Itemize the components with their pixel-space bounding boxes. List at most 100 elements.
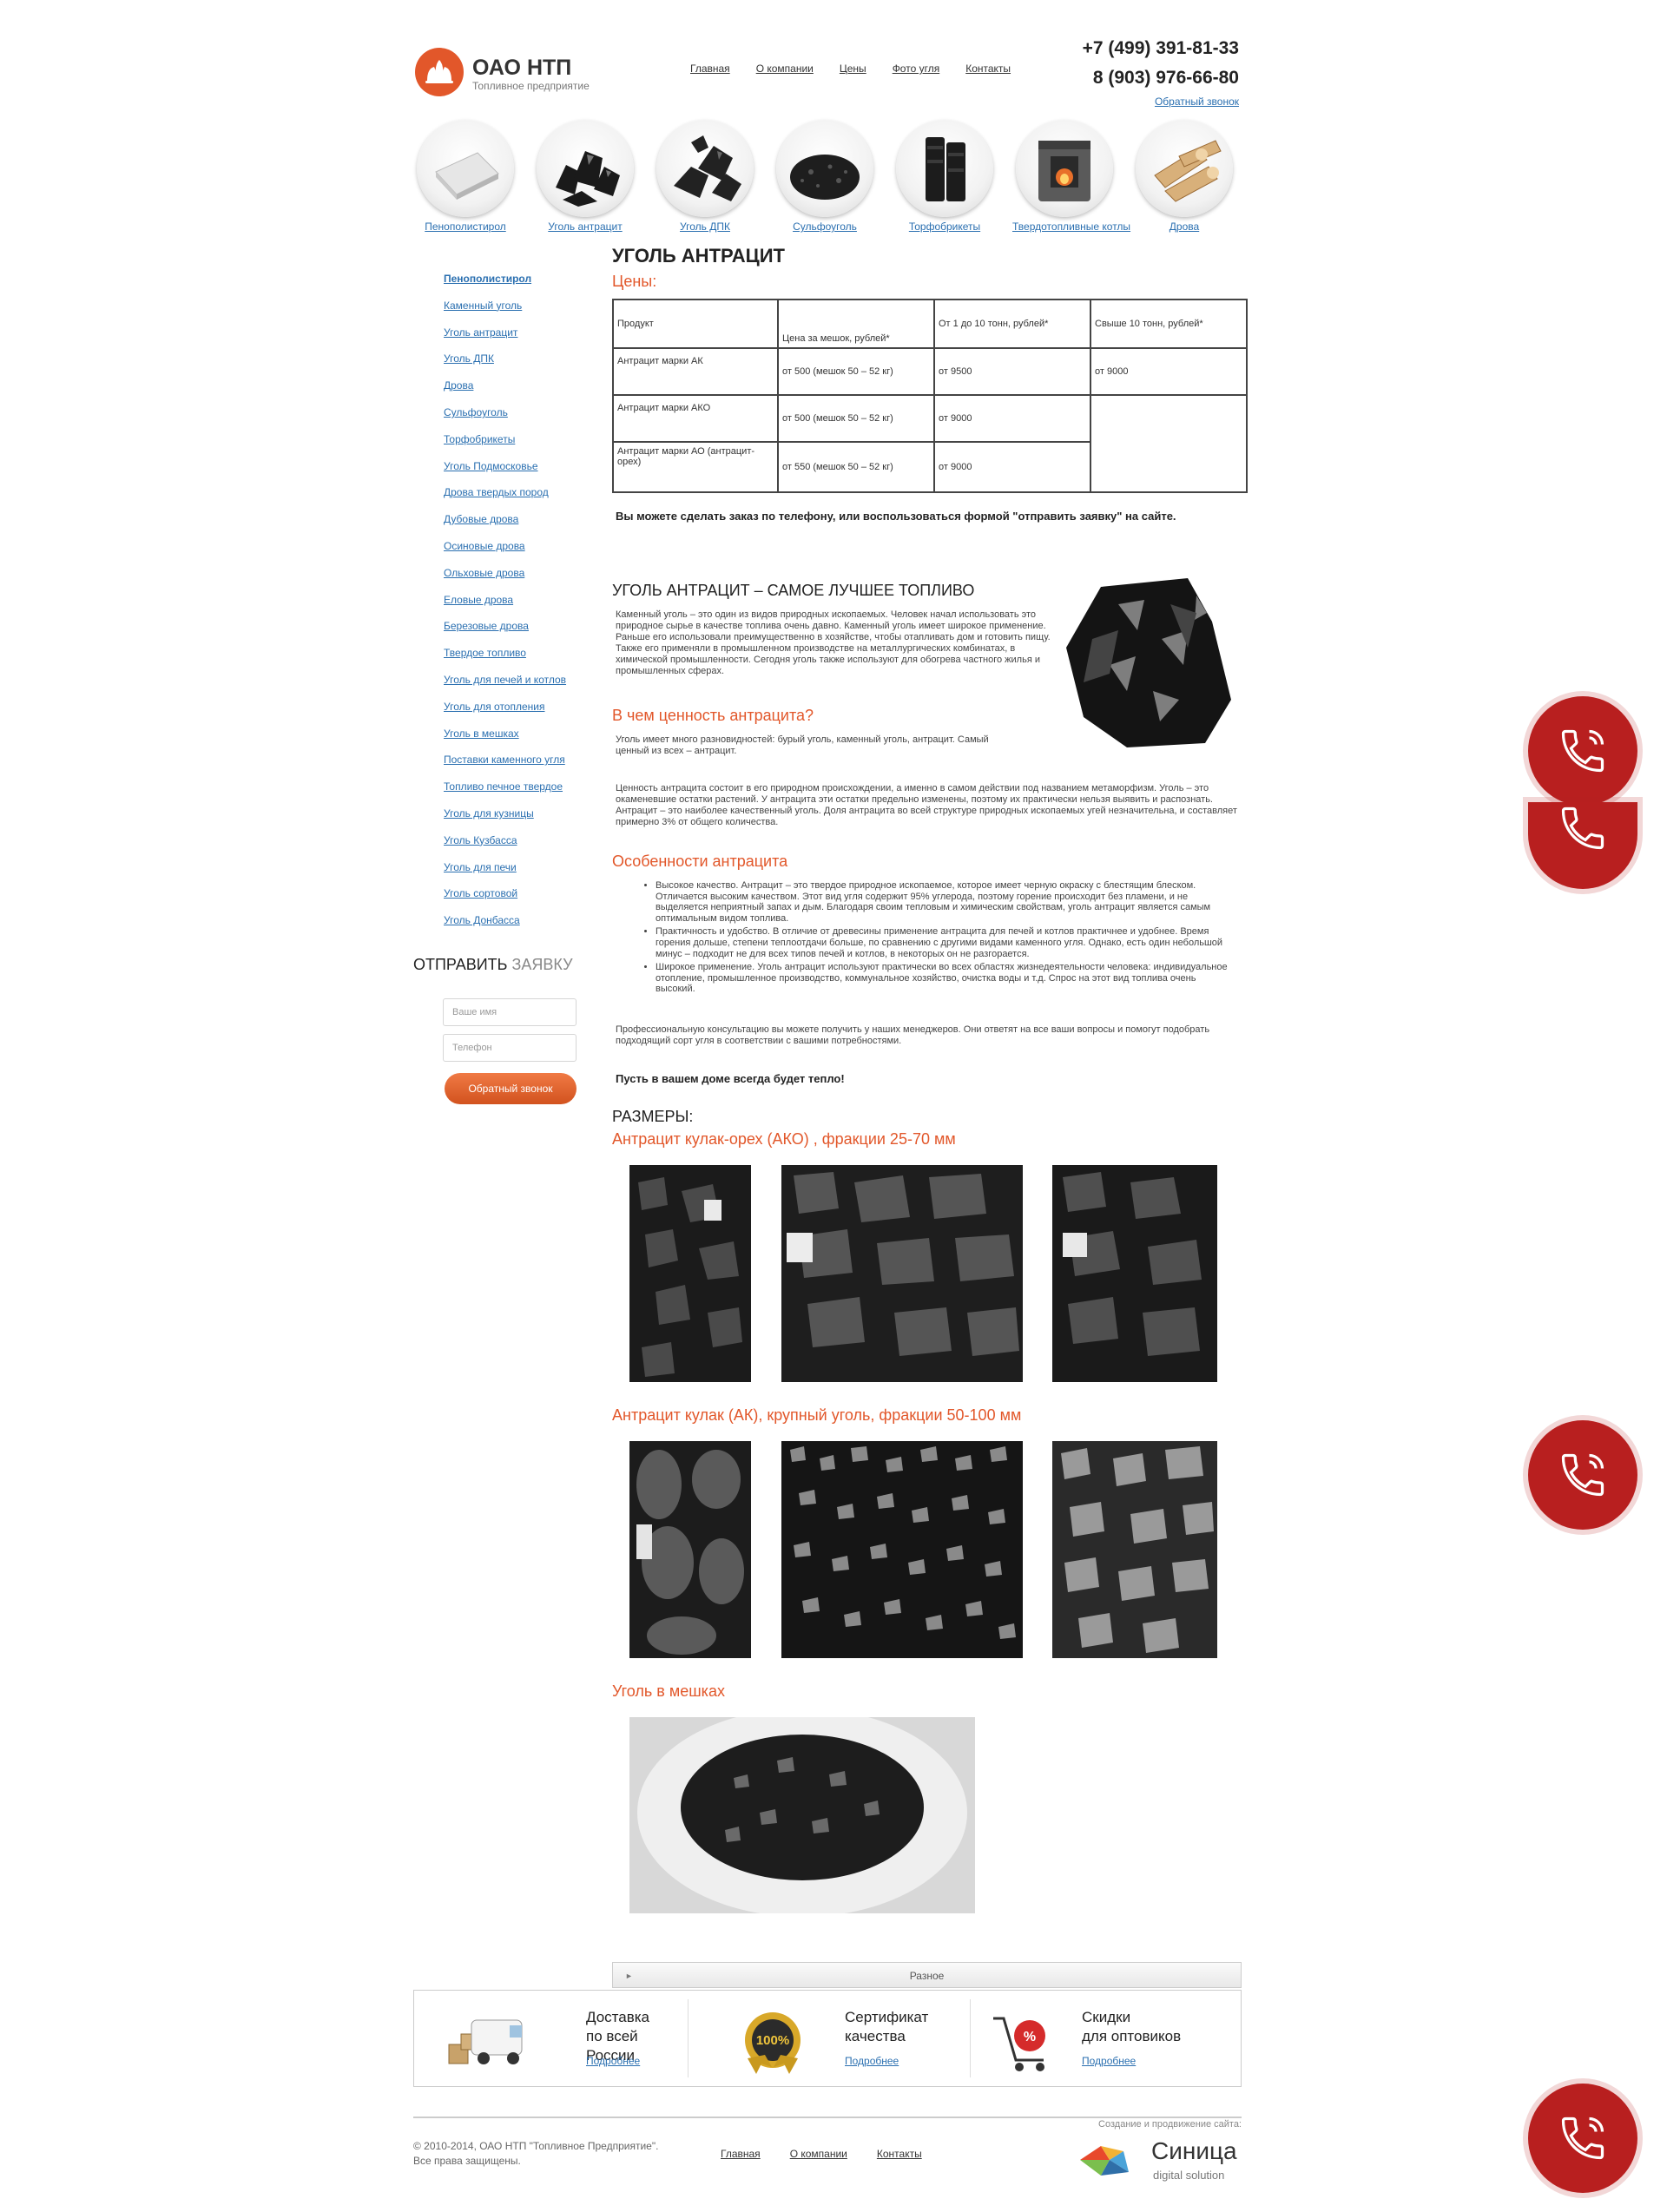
sidebar-item[interactable]: Уголь для кузницы	[444, 806, 609, 833]
footer-link-about[interactable]: О компании	[790, 2148, 847, 2160]
category-polystyrene[interactable]: Пенополистирол	[413, 120, 517, 233]
sidebar-item[interactable]: Уголь антрацит	[444, 326, 609, 352]
sidebar-item[interactable]: Уголь в мешках	[444, 727, 609, 754]
feature-delivery[interactable]: Доставка по всей России Подробнее	[414, 1991, 683, 2086]
sidebar-item[interactable]: Поставки каменного угля	[444, 753, 609, 780]
sinica-tagline: digital solution	[1153, 2169, 1225, 2182]
footer-link-home[interactable]: Главная	[721, 2148, 761, 2160]
logo-icon[interactable]	[415, 48, 464, 96]
feature-more-link[interactable]: Подробнее	[1082, 2055, 1136, 2067]
call-button[interactable]	[1528, 1420, 1637, 1530]
feature-more-link[interactable]: Подробнее	[586, 2055, 640, 2067]
sidebar-item[interactable]: Торфобрикеты	[444, 432, 609, 459]
order-note: Вы можете сделать заказ по телефону, или…	[616, 510, 1176, 523]
sidebar-item[interactable]: Дубовые дрова	[444, 512, 609, 539]
sidebar-item[interactable]: Дрова	[444, 379, 609, 405]
coal-photo[interactable]	[781, 1165, 1023, 1382]
sidebar-item[interactable]: Уголь Подмосковье	[444, 459, 609, 486]
category-label[interactable]: Уголь ДПК	[653, 221, 757, 233]
sidebar-item[interactable]: Пенополистирол	[444, 272, 609, 299]
coal-photo[interactable]	[1052, 1165, 1217, 1382]
nav-link-contacts[interactable]: Контакты	[965, 63, 1011, 75]
category-row: Пенополистирол Уголь антрацит Уголь ДПК …	[413, 120, 1250, 241]
sidebar-item[interactable]: Березовые дрова	[444, 619, 609, 646]
misc-bar-label: Разное	[909, 1970, 945, 1982]
polystyrene-image	[417, 120, 514, 217]
feature-title-line1: Доставка	[586, 2009, 650, 2025]
category-label[interactable]: Пенополистирол	[413, 221, 517, 233]
call-button[interactable]	[1528, 696, 1637, 806]
phone-input[interactable]: Телефон	[443, 1034, 577, 1062]
sidebar-item[interactable]: Уголь для отопления	[444, 700, 609, 727]
sidebar-item[interactable]: Уголь для печей и котлов	[444, 673, 609, 700]
sizes-heading: РАЗМЕРЫ:	[612, 1108, 694, 1125]
anthracite-image	[537, 120, 634, 217]
category-dpk[interactable]: Уголь ДПК	[653, 120, 757, 233]
sidebar-item[interactable]: Топливо печное твердое	[444, 780, 609, 806]
table-header-row: Продукт Цена за мешок, рублей* От 1 до 1…	[612, 299, 1248, 349]
sidebar-item[interactable]: Ольховые дрова	[444, 566, 609, 593]
category-anthracite[interactable]: Уголь антрацит	[533, 120, 637, 233]
request-title-part2: ЗАЯВКУ	[511, 956, 573, 973]
logo-name[interactable]: ОАО НТП	[472, 56, 571, 81]
footer-link-contacts[interactable]: Контакты	[877, 2148, 922, 2160]
sidebar-item[interactable]: Уголь ДПК	[444, 352, 609, 379]
coal-photo[interactable]	[629, 1165, 751, 1382]
nav-link-home[interactable]: Главная	[690, 63, 730, 75]
category-label[interactable]: Торфобрикеты	[893, 221, 997, 233]
sidebar-item[interactable]: Уголь Кузбасса	[444, 833, 609, 860]
category-boilers[interactable]: Твердотопливные котлы	[1012, 120, 1130, 233]
sidebar-item[interactable]: Каменный уголь	[444, 299, 609, 326]
sidebar-item[interactable]: Еловые дрова	[444, 593, 609, 620]
category-peat-briquettes[interactable]: Торфобрикеты	[893, 120, 997, 233]
category-firewood[interactable]: Дрова	[1132, 120, 1236, 233]
category-label[interactable]: Дрова	[1132, 221, 1236, 233]
copyright-line2: Все права защищены.	[413, 2155, 521, 2167]
nav-link-photo[interactable]: Фото угля	[893, 63, 940, 75]
sidebar-item[interactable]: Уголь сортовой	[444, 886, 609, 913]
call-button[interactable]	[1528, 2084, 1637, 2193]
peat-briquettes-image	[896, 120, 993, 217]
phone-number-2[interactable]: 8 (903) 976-66-80	[1093, 68, 1239, 89]
sinica-logo[interactable]: Синица digital solution	[1075, 2134, 1249, 2186]
sinica-brand: Синица	[1151, 2137, 1237, 2164]
feature-more-link[interactable]: Подробнее	[845, 2055, 899, 2067]
sidebar-menu: Пенополистирол Каменный уголь Уголь антр…	[444, 272, 609, 940]
table-cell-empty	[1090, 394, 1248, 493]
top-nav: Главная О компании Цены Фото угля Контак…	[690, 63, 1011, 75]
dpk-image	[656, 120, 754, 217]
phone-icon	[1561, 729, 1604, 773]
nav-link-prices[interactable]: Цены	[840, 63, 866, 75]
table-row: Антрацит марки АКО от 500 (мешок 50 – 52…	[612, 394, 1248, 493]
consult-text: Профессиональную консультацию вы можете …	[616, 1024, 1210, 1046]
category-label[interactable]: Сульфоуголь	[773, 221, 877, 233]
sidebar-item[interactable]: Дрова твердых пород	[444, 485, 609, 512]
coal-bag-photo[interactable]	[629, 1717, 975, 1913]
feature-discount[interactable]: % Скидки для оптовиков Подробнее	[971, 1991, 1240, 2086]
sidebar-item[interactable]: Осиновые дрова	[444, 539, 609, 566]
category-label[interactable]: Уголь антрацит	[533, 221, 637, 233]
value-text-2: Ценность антрацита состоит в его природн…	[616, 783, 1237, 827]
sidebar-item[interactable]: Сульфоуголь	[444, 405, 609, 432]
name-input[interactable]: Ваше имя	[443, 998, 577, 1026]
category-sulfocoal[interactable]: Сульфоуголь	[773, 120, 877, 233]
feature-certificate[interactable]: 100% Сертификат качества Подробнее	[689, 1991, 958, 2086]
sidebar-item[interactable]: Уголь Донбасса	[444, 913, 609, 940]
footer-divider	[413, 2117, 1242, 2118]
size-heading-bags: Уголь в мешках	[612, 1682, 725, 1700]
sidebar-item[interactable]: Уголь для печи	[444, 860, 609, 887]
sidebar-item[interactable]: Твердое топливо	[444, 646, 609, 673]
coal-photo[interactable]	[629, 1441, 751, 1658]
callback-button[interactable]: Обратный звонок	[445, 1073, 577, 1104]
value-text: Уголь имеет много разновидностей: бурый …	[616, 734, 989, 756]
category-label[interactable]: Твердотопливные котлы	[1012, 221, 1130, 233]
phone-number-1[interactable]: +7 (499) 391-81-33	[1083, 38, 1239, 59]
nav-link-about[interactable]: О компании	[756, 63, 814, 75]
callback-link[interactable]: Обратный звонок	[1155, 95, 1239, 108]
coal-photo[interactable]	[781, 1441, 1023, 1658]
table-cell: от 550 (мешок 50 – 52 кг)	[777, 441, 935, 493]
call-button-partial[interactable]	[1528, 802, 1637, 889]
misc-bar[interactable]: ► Разное	[612, 1962, 1242, 1988]
bird-logo-icon	[1080, 2146, 1129, 2176]
coal-photo[interactable]	[1052, 1441, 1217, 1658]
